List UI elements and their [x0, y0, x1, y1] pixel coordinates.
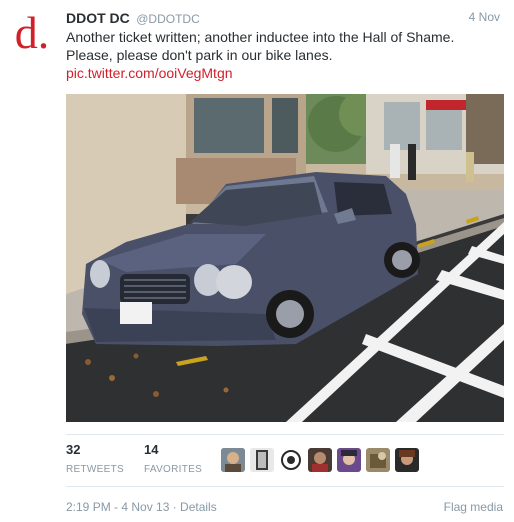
flag-media-link[interactable]: Flag media [444, 500, 503, 514]
favoriter-avatar[interactable] [366, 448, 390, 472]
tweet-text-line: Please, please don't park in our bike la… [66, 47, 333, 63]
favoriter-avatar[interactable] [221, 448, 245, 472]
tweet-header: DDOT DC @DDOTDC 4 Nov [66, 10, 504, 28]
retweets-stat[interactable]: 32 RETWEETS [66, 442, 124, 475]
profile-avatar[interactable]: d. [8, 7, 56, 60]
favorites-count: 14 [144, 442, 159, 457]
account-full-name[interactable]: DDOT DC [66, 10, 130, 26]
media-link[interactable]: pic.twitter.com/ooiVegMtgn [66, 64, 496, 82]
account-screen-name[interactable]: @DDOTDC [136, 12, 200, 26]
favorites-label: FAVORITES [144, 464, 203, 475]
divider [66, 486, 504, 487]
tweet-photo[interactable] [66, 94, 504, 422]
divider [66, 434, 504, 435]
favoriter-avatar[interactable] [250, 448, 274, 472]
retweets-count: 32 [66, 442, 81, 457]
tweet-text-line: Another ticket written; another inductee… [66, 29, 455, 45]
favorites-stat[interactable]: 14 FAVORITES [144, 442, 202, 475]
tweet-text: Another ticket written; another inductee… [66, 28, 496, 82]
photo-car-in-bike-lane [66, 94, 504, 422]
favoriter-avatar[interactable] [337, 448, 361, 472]
favoriters-list [221, 448, 424, 474]
tweet-timestamp[interactable]: 2:19 PM - 4 Nov 13 · Details [66, 500, 217, 514]
tweet-card: d. DDOT DC @DDOTDC 4 Nov Another ticket … [0, 0, 514, 522]
favoriter-avatar[interactable] [395, 448, 419, 472]
favoriter-avatar[interactable] [308, 448, 332, 472]
tweet-date[interactable]: 4 Nov [469, 10, 500, 24]
retweets-label: RETWEETS [66, 464, 124, 475]
favoriter-avatar[interactable] [279, 448, 303, 472]
avatar-logo: d. [14, 7, 50, 58]
